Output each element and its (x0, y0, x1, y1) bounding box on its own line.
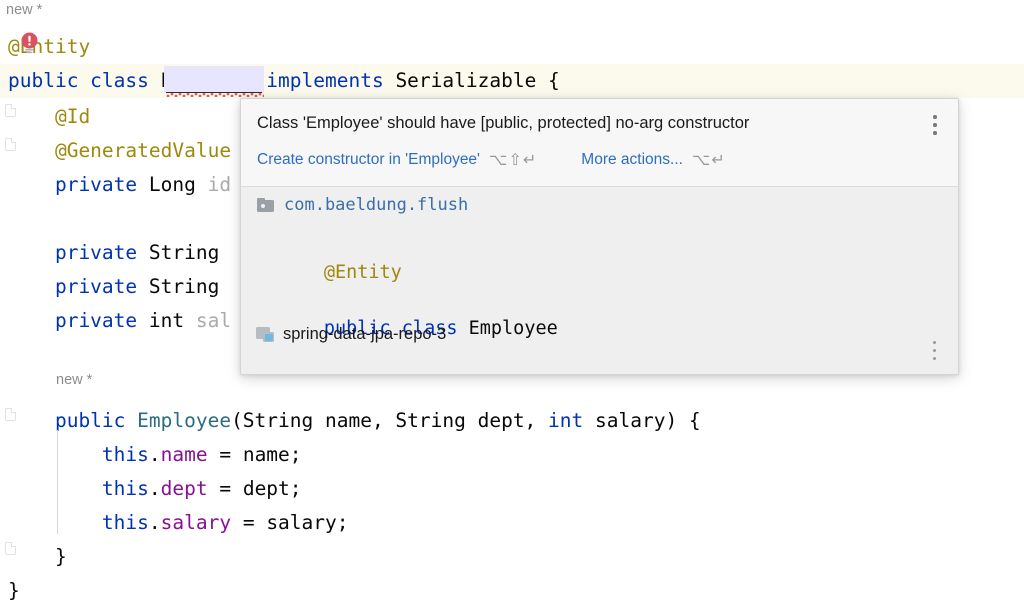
module-name: spring-data-jpa-repo-3 (283, 325, 447, 343)
code-token: name (160, 443, 208, 466)
inlay-hint: new * (56, 372, 93, 388)
create-constructor-link[interactable]: Create constructor in 'Employee' (257, 151, 480, 169)
code-token: dept (160, 477, 208, 500)
code-token: salary (160, 511, 232, 534)
code-token: = name; (207, 443, 302, 466)
code-line: this.salary = salary; (0, 506, 1024, 540)
popup-options-kebab-icon[interactable] (926, 112, 944, 138)
selected-identifier-highlight (164, 66, 264, 93)
documentation-options-kebab-icon[interactable] (926, 338, 944, 364)
code-token: implements (254, 69, 396, 92)
package-row[interactable]: com.baeldung.flush (257, 195, 468, 215)
code-token: @GeneratedValue (8, 139, 232, 162)
code-token: public class (8, 69, 161, 92)
code-token: (String name, String dept, (231, 409, 549, 432)
gutter-mark-icon[interactable] (5, 104, 16, 117)
code-token: private (8, 241, 149, 264)
signature-interface-name: Serializable (446, 374, 580, 375)
code-token: . (148, 511, 161, 534)
code-token: Long (148, 173, 208, 196)
error-bulb-icon[interactable] (20, 32, 39, 54)
code-token: Serializable { (395, 69, 560, 92)
code-token: String (148, 241, 220, 264)
signature-class-name: Employee (468, 318, 558, 339)
code-token: public (8, 409, 138, 432)
code-line: public class Employee implements Seriali… (0, 64, 1024, 98)
indent-guide (57, 430, 58, 534)
code-line: } (0, 540, 1024, 574)
gutter-mark-icon[interactable] (5, 542, 16, 555)
gutter-mark-icon[interactable] (5, 408, 16, 421)
code-token: int (148, 309, 196, 332)
inspection-popup[interactable]: Class 'Employee' should have [public, pr… (240, 98, 959, 375)
signature-implements-keyword: implements (324, 374, 447, 375)
more-actions-link[interactable]: More actions... (581, 151, 683, 169)
more-actions-shortcut: ⌥↵ (691, 150, 726, 169)
code-line: @Entity (0, 30, 1024, 64)
popup-action-row: Create constructor in 'Employee' ⌥⇧↵ Mor… (257, 150, 726, 169)
module-icon (256, 327, 274, 342)
code-token: } (8, 579, 20, 602)
code-token: private (8, 173, 149, 196)
code-token: this (8, 511, 149, 534)
code-token: salary) { (595, 409, 701, 432)
code-line: this.dept = dept; (0, 472, 1024, 506)
popup-header: Class 'Employee' should have [public, pr… (241, 99, 958, 187)
create-constructor-shortcut: ⌥⇧↵ (489, 150, 538, 169)
error-squiggle-underline (166, 93, 264, 97)
code-token: int (548, 409, 596, 432)
code-token: } (8, 545, 67, 568)
code-token: . (148, 443, 161, 466)
gutter-mark-icon[interactable] (5, 138, 16, 151)
inlay-hint: new * (6, 2, 43, 18)
code-token: . (148, 477, 161, 500)
code-token: private (8, 275, 149, 298)
code-token: = dept; (207, 477, 302, 500)
code-token: this (8, 443, 149, 466)
module-row[interactable]: spring-data-jpa-repo-3 (256, 325, 446, 344)
code-token: String (148, 275, 220, 298)
code-token: Employee (137, 409, 232, 432)
code-token: = salary; (231, 511, 349, 534)
code-token: sal (195, 309, 232, 332)
class-signature: @Entity public class Employee implements… (257, 231, 580, 375)
code-line: public Employee(String name, String dept… (0, 404, 1024, 438)
code-line: this.name = name; (0, 438, 1024, 472)
code-token: private (8, 309, 149, 332)
package-icon (257, 198, 274, 212)
package-name: com.baeldung.flush (284, 195, 469, 215)
inspection-message: Class 'Employee' should have [public, pr… (257, 114, 750, 132)
code-token: id (207, 173, 232, 196)
signature-annotation: @Entity (323, 262, 402, 283)
code-token: @Id (8, 105, 91, 128)
documentation-panel: com.baeldung.flush @Entity public class … (241, 187, 958, 375)
code-token: this (8, 477, 149, 500)
code-line: } (0, 574, 1024, 608)
